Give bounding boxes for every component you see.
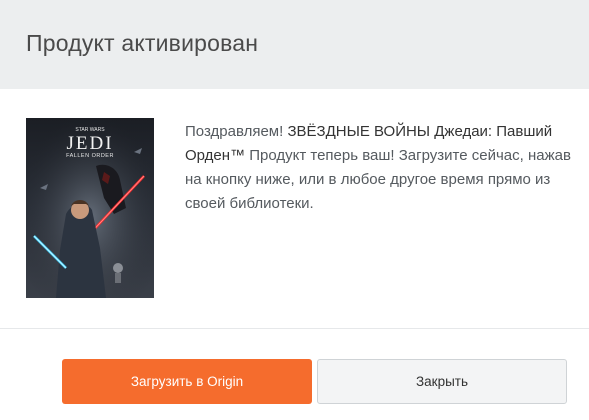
dialog-header: Продукт активирован xyxy=(0,0,589,89)
footer-divider xyxy=(0,328,589,329)
dialog-title: Продукт активирован xyxy=(26,30,259,56)
download-in-origin-button[interactable]: Загрузить в Origin xyxy=(62,359,312,404)
message-intro: Поздравляем! xyxy=(185,123,288,140)
cover-logo-sub: FALLEN ORDER xyxy=(66,153,114,159)
game-cover-art: STAR WARS JEDI FALLEN ORDER xyxy=(26,118,154,298)
close-button[interactable]: Закрыть xyxy=(317,359,567,404)
activation-message: Поздравляем! ЗВЁЗДНЫЕ ВОЙНЫ Джедаи: Павш… xyxy=(185,120,575,216)
cover-logo-main: JEDI xyxy=(66,133,113,154)
cover-illustration: STAR WARS JEDI FALLEN ORDER xyxy=(26,118,154,298)
